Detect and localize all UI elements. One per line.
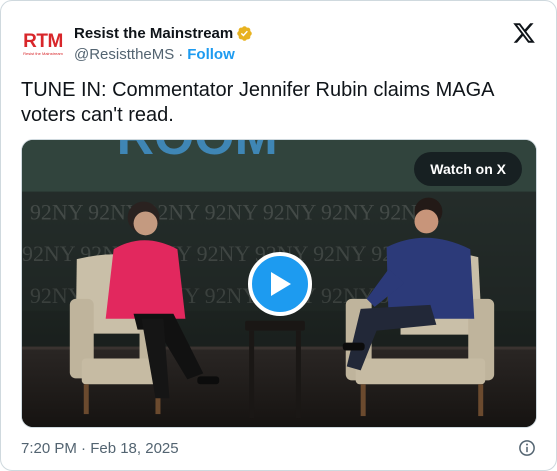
tweet-embed-card[interactable]: RTM Resist the Mainstream Resist the Mai…	[0, 0, 557, 471]
author-display-name[interactable]: Resist the Mainstream	[74, 25, 233, 42]
play-button[interactable]	[248, 252, 312, 316]
svg-text:92NY 92NY 92NY 92NY 92NY 92NY: 92NY 92NY 92NY 92NY 92NY 92NY 92NY	[30, 200, 433, 224]
author-handle[interactable]: @ResisttheMS	[74, 46, 174, 63]
tweet-text: TUNE IN: Commentator Jennifer Rubin clai…	[21, 79, 494, 126]
x-logo-icon[interactable]	[512, 21, 536, 45]
tweet-header: RTM Resist the Mainstream Resist the Mai…	[21, 20, 536, 68]
svg-text:ROOM: ROOM	[117, 140, 278, 165]
author-avatar[interactable]: RTM Resist the Mainstream	[21, 22, 65, 66]
verified-badge-icon	[237, 25, 252, 41]
tweet-footer: 7:20 PM · Feb 18, 2025	[21, 437, 536, 459]
video-player[interactable]: ROOM 92NY 92NY 92NY 92NY 92NY 92NY 92NY …	[21, 139, 537, 428]
play-icon	[271, 272, 291, 296]
tweet-timestamp[interactable]: 7:20 PM · Feb 18, 2025	[21, 440, 179, 457]
follow-link[interactable]: Follow	[187, 46, 235, 63]
avatar-logo-text: RTM	[23, 30, 63, 52]
info-icon[interactable]	[518, 439, 536, 457]
avatar-logo-subtext: Resist the Mainstream	[23, 50, 63, 56]
watch-on-x-button[interactable]: Watch on X	[414, 152, 522, 186]
handle-separator: ·	[178, 46, 184, 63]
author-identity: Resist the Mainstream @ResisttheMS · Fol…	[74, 22, 253, 65]
